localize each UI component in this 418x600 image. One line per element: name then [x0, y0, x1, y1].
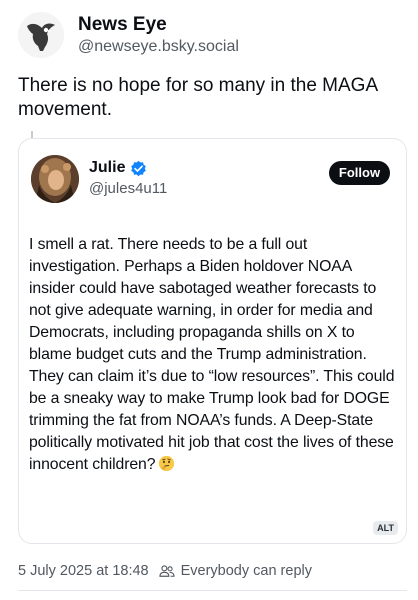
- post-meta: 5 July 2025 at 18:48 Everybody can reply: [18, 563, 312, 579]
- people-icon: [159, 565, 175, 577]
- quoted-post-card[interactable]: Julie @jules4u11 Follow I smell a rat. T…: [18, 138, 407, 544]
- post-text: There is no hope for so many in the MAGA…: [18, 75, 378, 120]
- reply-setting[interactable]: Everybody can reply: [181, 563, 312, 579]
- author-display-name[interactable]: News Eye: [78, 13, 239, 36]
- quote-text: I smell a rat. There needs to be a full …: [29, 234, 401, 476]
- post-header: News Eye @newseye.bsky.social: [18, 12, 239, 58]
- alt-text-badge[interactable]: ALT: [373, 521, 398, 535]
- thinking-face-icon: [159, 455, 175, 472]
- quote-name-row: Julie: [89, 158, 147, 178]
- eagle-logo-icon: [18, 12, 64, 58]
- author-handle[interactable]: @newseye.bsky.social: [78, 36, 239, 58]
- quote-author-name[interactable]: Julie: [89, 158, 125, 178]
- verified-badge-icon: [131, 160, 147, 176]
- post-timestamp[interactable]: 5 July 2025 at 18:48: [18, 563, 149, 579]
- avatar[interactable]: [18, 12, 64, 58]
- quote-text-body: I smell a rat. There needs to be a full …: [29, 236, 395, 473]
- follow-button[interactable]: Follow: [329, 161, 390, 185]
- quote-avatar[interactable]: [31, 155, 79, 203]
- profile-photo-icon: [31, 155, 79, 203]
- author-info: News Eye @newseye.bsky.social: [78, 13, 239, 58]
- quote-author-handle[interactable]: @jules4u11: [89, 180, 167, 197]
- divider: [18, 590, 407, 591]
